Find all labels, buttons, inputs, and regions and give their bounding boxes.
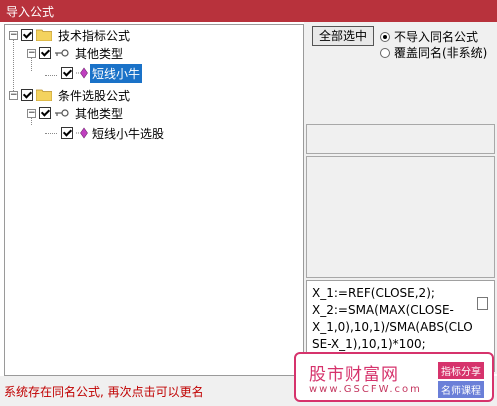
info-box bbox=[306, 124, 495, 154]
tree-node-label: 短线小牛 bbox=[90, 63, 143, 83]
tree-node-short-line-bull[interactable]: 短线小牛 bbox=[61, 63, 143, 83]
collapse-icon[interactable]: − bbox=[9, 30, 18, 40]
tree-node-screener-formulas[interactable]: − 条件选股公式 bbox=[9, 87, 132, 103]
tree-node-label: 其他类型 bbox=[75, 46, 124, 61]
formula-diamond-icon bbox=[76, 67, 88, 79]
tree-node-other-types[interactable]: − 其他类型 bbox=[27, 45, 125, 61]
tree-node-checkbox[interactable] bbox=[21, 29, 33, 41]
radio-unselected-icon[interactable] bbox=[380, 47, 390, 58]
key-icon bbox=[55, 49, 69, 57]
tree-node-checkbox[interactable] bbox=[39, 47, 51, 59]
title-bar: 导入公式 bbox=[0, 0, 497, 22]
select-all-button[interactable]: 全部选中 bbox=[312, 26, 374, 46]
tree-connector bbox=[45, 133, 57, 134]
tree-node-checkbox[interactable] bbox=[39, 107, 51, 119]
tree-node-label: 其他类型 bbox=[75, 106, 124, 121]
tree-node-checkbox[interactable] bbox=[21, 89, 33, 101]
radio-no-import[interactable]: 不导入同名公式 bbox=[380, 28, 478, 45]
tree-node-label: 条件选股公式 bbox=[58, 88, 131, 103]
tree-node-checkbox[interactable] bbox=[61, 127, 73, 139]
radio-overwrite-label: 覆盖同名(非系统) bbox=[394, 46, 488, 60]
folder-icon bbox=[36, 29, 52, 41]
formula-tree[interactable]: − 技术指标公式 − 其他类型 短线小牛 − 条件选股公式 − 其他类型 短线小… bbox=[4, 24, 304, 376]
watermark-tag-courses: 名师课程 bbox=[438, 381, 484, 398]
tree-node-checkbox[interactable] bbox=[61, 67, 73, 79]
tree-node-indicator-formulas[interactable]: − 技术指标公式 bbox=[9, 27, 132, 43]
collapse-icon[interactable]: − bbox=[27, 108, 36, 118]
watermark-name: 股市财富网 bbox=[309, 365, 399, 385]
watermark-tag-share: 指标分享 bbox=[438, 362, 484, 379]
status-message: 系统存在同名公式, 再次点击可以更名 bbox=[4, 385, 204, 399]
formula-code: X_1:=REF(CLOSE,2); X_2:=SMA(MAX(CLOSE-X_… bbox=[312, 286, 473, 351]
watermark-badge: 股市财富网 www.GSCFW.com 指标分享 名师课程 bbox=[294, 352, 494, 402]
collapse-icon[interactable]: − bbox=[9, 90, 18, 100]
description-box bbox=[306, 156, 495, 278]
key-icon bbox=[55, 109, 69, 117]
tree-connector bbox=[45, 75, 57, 76]
tree-node-label: 技术指标公式 bbox=[58, 28, 131, 43]
watermark-url: www.GSCFW.com bbox=[309, 384, 422, 395]
radio-selected-icon[interactable] bbox=[380, 31, 390, 42]
radio-overwrite[interactable]: 覆盖同名(非系统) bbox=[380, 44, 487, 61]
options-panel: 全部选中 不导入同名公式 覆盖同名(非系统) X_1:=REF(CLOSE,2)… bbox=[304, 22, 497, 374]
folder-icon bbox=[36, 89, 52, 101]
tree-node-other-types-2[interactable]: − 其他类型 bbox=[27, 105, 125, 121]
collapse-icon[interactable]: − bbox=[27, 48, 36, 58]
tree-node-label: 短线小牛选股 bbox=[92, 126, 165, 141]
tree-node-short-line-bull-screener[interactable]: 短线小牛选股 bbox=[61, 125, 166, 141]
radio-no-import-label: 不导入同名公式 bbox=[394, 30, 479, 44]
window-title: 导入公式 bbox=[6, 5, 55, 19]
preview-scroll-checkbox[interactable] bbox=[477, 297, 488, 310]
formula-diamond-icon bbox=[76, 127, 88, 139]
